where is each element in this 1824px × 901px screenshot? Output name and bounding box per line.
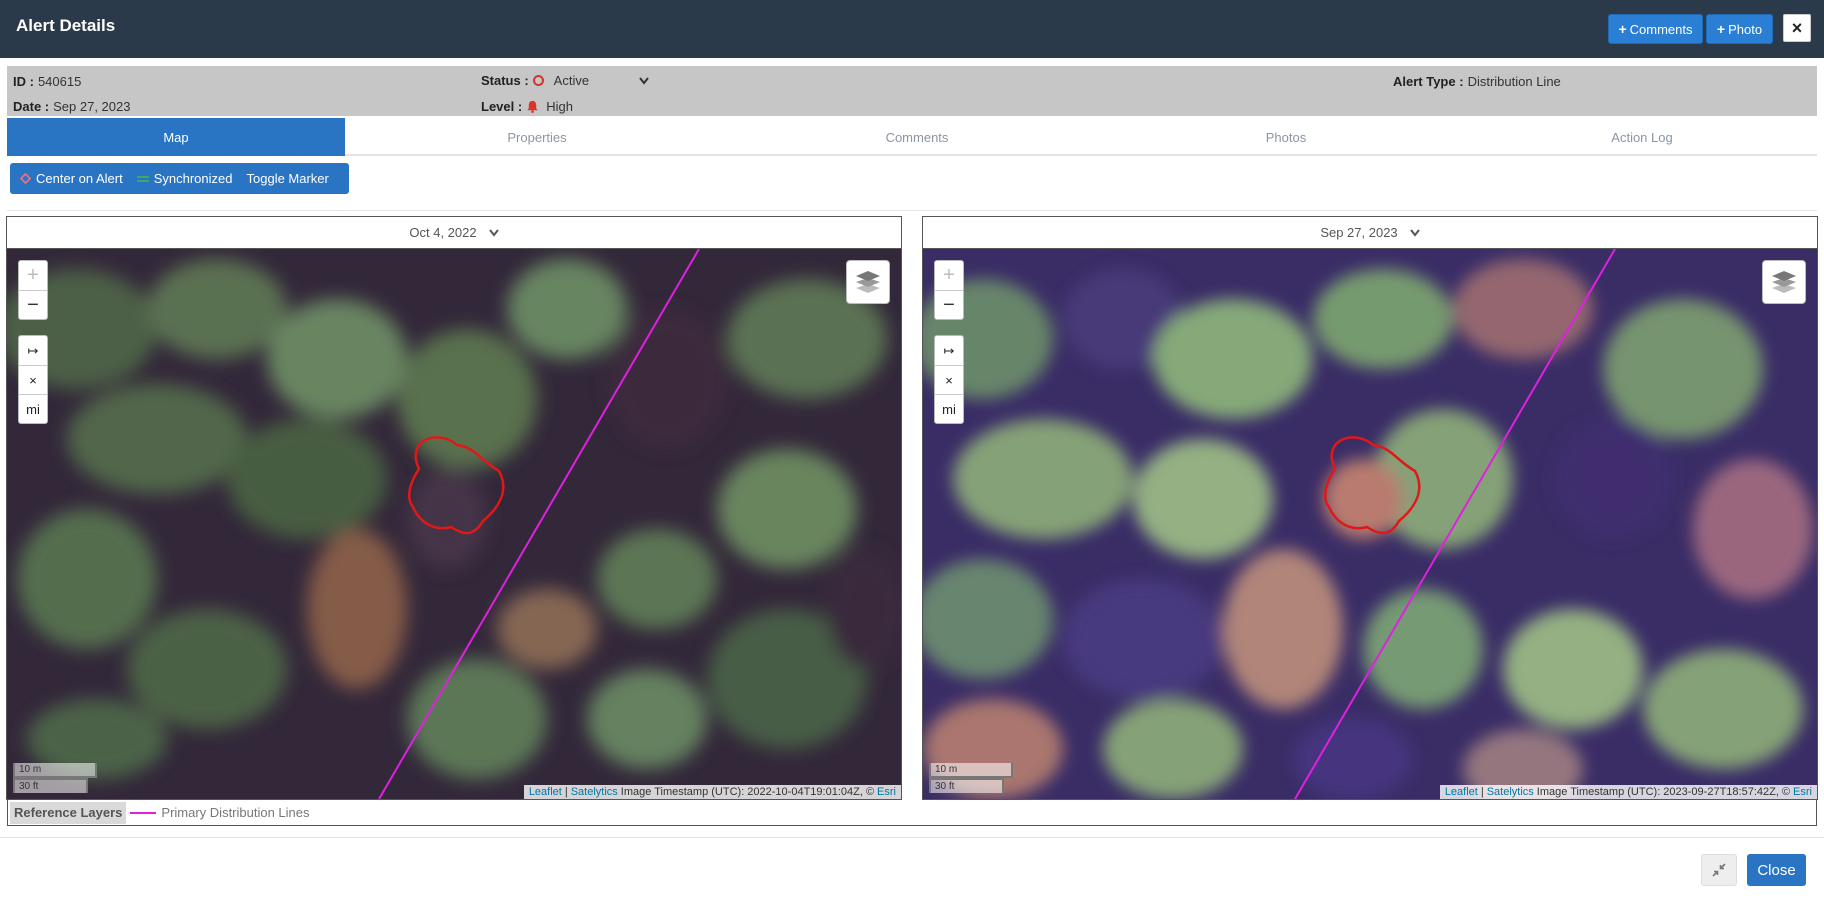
layers-icon[interactable]	[846, 260, 890, 304]
measure-control: ↦ × mi	[18, 335, 48, 424]
zoom-in-button[interactable]: +	[935, 261, 963, 290]
alert-info-bar: ID : 540615 Date : Sep 27, 2023 Status :…	[7, 66, 1817, 116]
line-swatch-icon	[130, 811, 157, 814]
measure-control: ↦ × mi	[934, 335, 964, 424]
center-on-alert-button[interactable]: Center on Alert	[20, 171, 123, 186]
alert-status: Status : Active	[481, 73, 649, 88]
alert-type: Alert Type : Distribution Line	[1393, 74, 1561, 89]
sync-icon	[136, 175, 149, 182]
tab-photos[interactable]: Photos	[1105, 118, 1467, 156]
tab-map[interactable]: Map	[7, 118, 345, 156]
chevron-down-icon	[639, 76, 649, 85]
modal-title: Alert Details	[16, 16, 116, 35]
unit-toggle-button[interactable]: mi	[935, 394, 963, 423]
satelytics-link[interactable]: Satelytics	[571, 786, 618, 798]
close-button[interactable]: Close	[1747, 854, 1806, 886]
bell-icon	[527, 100, 538, 113]
legend-item-primary-lines: Primary Distribution Lines	[130, 805, 310, 820]
layers-icon[interactable]	[1762, 260, 1806, 304]
layers-stack-icon	[856, 271, 880, 293]
map-toolbar: Center on Alert Synchronized Toggle Mark…	[10, 163, 349, 194]
tab-comments[interactable]: Comments	[729, 118, 1105, 156]
add-photo-button[interactable]: + Photo	[1706, 14, 1773, 44]
zoom-control: + −	[18, 260, 48, 320]
alert-id: ID : 540615	[13, 74, 82, 89]
chevron-down-icon	[488, 228, 499, 237]
footer-divider	[0, 837, 1824, 838]
measure-icon[interactable]: ↦	[19, 336, 47, 365]
status-select[interactable]: Active	[554, 73, 649, 88]
tab-action-log[interactable]: Action Log	[1467, 118, 1817, 156]
clear-measure-icon[interactable]: ×	[935, 365, 963, 394]
map-view-before[interactable]: + − ↦ × mi 10 m 30 ft Leaflet | Satelyti…	[7, 249, 901, 799]
scale-bar: 10 m 30 ft	[13, 763, 97, 793]
esri-link[interactable]: Esri	[877, 786, 896, 798]
status-circle-icon	[532, 75, 544, 86]
zoom-out-button[interactable]: −	[935, 290, 963, 319]
synchronized-toggle[interactable]: Synchronized	[136, 171, 233, 186]
add-photo-label: Photo	[1728, 21, 1763, 37]
satelytics-link[interactable]: Satelytics	[1487, 786, 1534, 798]
add-comments-button[interactable]: + Comments	[1608, 14, 1703, 44]
map-attribution: Leaflet | Satelytics Image Timestamp (UT…	[1439, 785, 1817, 799]
map-panel-before: Oct 4, 2022 + − ↦ × mi 10 m 30 ft Leafle…	[6, 216, 902, 800]
date-select-before[interactable]: Oct 4, 2022	[7, 217, 901, 249]
date-select-after[interactable]: Sep 27, 2023	[923, 217, 1817, 249]
esri-link[interactable]: Esri	[1793, 786, 1812, 798]
alert-level: Level : High	[481, 99, 573, 114]
satellite-imagery	[923, 249, 1817, 799]
divider	[7, 210, 1817, 211]
measure-icon[interactable]: ↦	[935, 336, 963, 365]
satellite-imagery	[7, 249, 901, 799]
crosshair-icon	[20, 173, 31, 184]
chevron-down-icon	[1409, 228, 1420, 237]
tab-properties[interactable]: Properties	[345, 118, 729, 156]
tab-bar: Map Properties Comments Photos Action Lo…	[7, 118, 1817, 156]
modal-header: Alert Details + Comments + Photo ×	[0, 0, 1824, 58]
unit-toggle-button[interactable]: mi	[19, 394, 47, 423]
reference-layers-legend: Reference Layers Primary Distribution Li…	[7, 800, 1817, 826]
zoom-out-button[interactable]: −	[19, 290, 47, 319]
plus-icon: +	[1716, 21, 1726, 37]
scale-bar: 10 m 30 ft	[929, 763, 1013, 793]
leaflet-link[interactable]: Leaflet	[529, 786, 562, 798]
toggle-marker-button[interactable]: Toggle Marker	[247, 171, 329, 186]
map-view-after[interactable]: + − ↦ × mi 10 m 30 ft Leaflet | Satelyti…	[923, 249, 1817, 799]
add-comments-label: Comments	[1629, 21, 1693, 37]
leaflet-link[interactable]: Leaflet	[1445, 786, 1478, 798]
close-icon[interactable]: ×	[1783, 14, 1811, 42]
reference-layers-title: Reference Layers	[10, 801, 127, 824]
layers-stack-icon	[1772, 271, 1796, 293]
alert-date: Date : Sep 27, 2023	[13, 99, 131, 114]
collapse-button[interactable]	[1701, 854, 1737, 886]
clear-measure-icon[interactable]: ×	[19, 365, 47, 394]
compress-icon	[1712, 863, 1726, 877]
plus-icon: +	[1618, 21, 1627, 37]
zoom-control: + −	[934, 260, 964, 320]
zoom-in-button[interactable]: +	[19, 261, 47, 290]
map-panel-after: Sep 27, 2023 + − ↦ × mi 10 m 30 ft Leafl…	[922, 216, 1818, 800]
map-attribution: Leaflet | Satelytics Image Timestamp (UT…	[523, 785, 901, 799]
